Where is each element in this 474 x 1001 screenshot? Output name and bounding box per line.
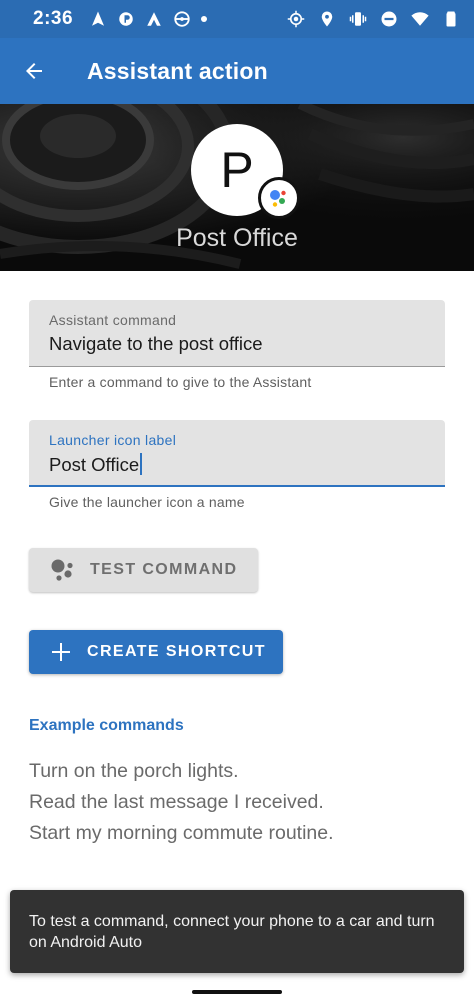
arrow-back-icon	[26, 63, 42, 79]
snackbar: To test a command, connect your phone to…	[10, 890, 464, 973]
launcher-icon-label-value: Post Office	[49, 454, 140, 475]
assistant-command-field[interactable]: Assistant command Navigate to the post o…	[29, 300, 445, 367]
launcher-icon-label-label: Launcher icon label	[49, 432, 177, 448]
text-cursor	[140, 453, 143, 475]
google-assistant-icon	[258, 177, 300, 219]
create-shortcut-button[interactable]: CREATE SHORTCUT	[29, 630, 283, 674]
android-auto-icon	[145, 10, 163, 28]
app-notification-icon	[117, 10, 135, 28]
navigation-arrow-icon	[89, 10, 107, 28]
launcher-icon-label-value-wrap: Post Office	[49, 453, 143, 476]
test-command-label: TEST COMMAND	[90, 561, 238, 578]
wifi-icon	[411, 10, 429, 28]
avatar-letter: P	[220, 142, 254, 198]
test-command-button[interactable]: TEST COMMAND	[29, 548, 258, 592]
status-left-icons	[89, 10, 208, 28]
example-commands-title: Example commands	[29, 717, 184, 734]
location-icon	[318, 10, 336, 28]
home-indicator[interactable]	[192, 990, 282, 994]
launcher-icon-label-helper: Give the launcher icon a name	[49, 494, 245, 510]
assistant-command-value: Navigate to the post office	[49, 333, 263, 354]
vibrate-icon	[349, 10, 367, 28]
screen: 2:36 Assistant action P Post Office Assi…	[0, 0, 474, 1001]
dot-icon	[201, 16, 208, 22]
page-title: Assistant action	[87, 57, 268, 84]
launcher-icon-label-field[interactable]: Launcher icon label Post Office	[29, 420, 445, 487]
battery-icon	[442, 10, 460, 28]
status-right-icons	[287, 10, 460, 28]
google-assistant-icon	[51, 559, 73, 581]
status-time: 2:36	[33, 8, 74, 29]
back-button[interactable]	[0, 38, 68, 104]
shortcut-name: Post Office	[176, 224, 298, 252]
do-not-disturb-icon	[380, 10, 398, 28]
status-bar: 2:36	[0, 0, 474, 38]
example-command-item: Turn on the porch lights.	[29, 760, 239, 782]
example-command-item: Read the last message I received.	[29, 791, 324, 813]
assistant-command-helper: Enter a command to give to the Assistant	[49, 374, 312, 390]
assistant-command-label: Assistant command	[49, 312, 177, 328]
example-command-item: Start my morning commute routine.	[29, 822, 334, 844]
plus-icon	[52, 643, 70, 661]
gps-icon	[287, 10, 305, 28]
snackbar-message: To test a command, connect your phone to…	[29, 913, 435, 951]
example-commands-list: Turn on the porch lights. Read the last …	[29, 756, 334, 849]
steering-wheel-icon	[173, 10, 191, 28]
app-bar: Assistant action	[0, 38, 474, 104]
create-shortcut-label: CREATE SHORTCUT	[87, 643, 266, 660]
